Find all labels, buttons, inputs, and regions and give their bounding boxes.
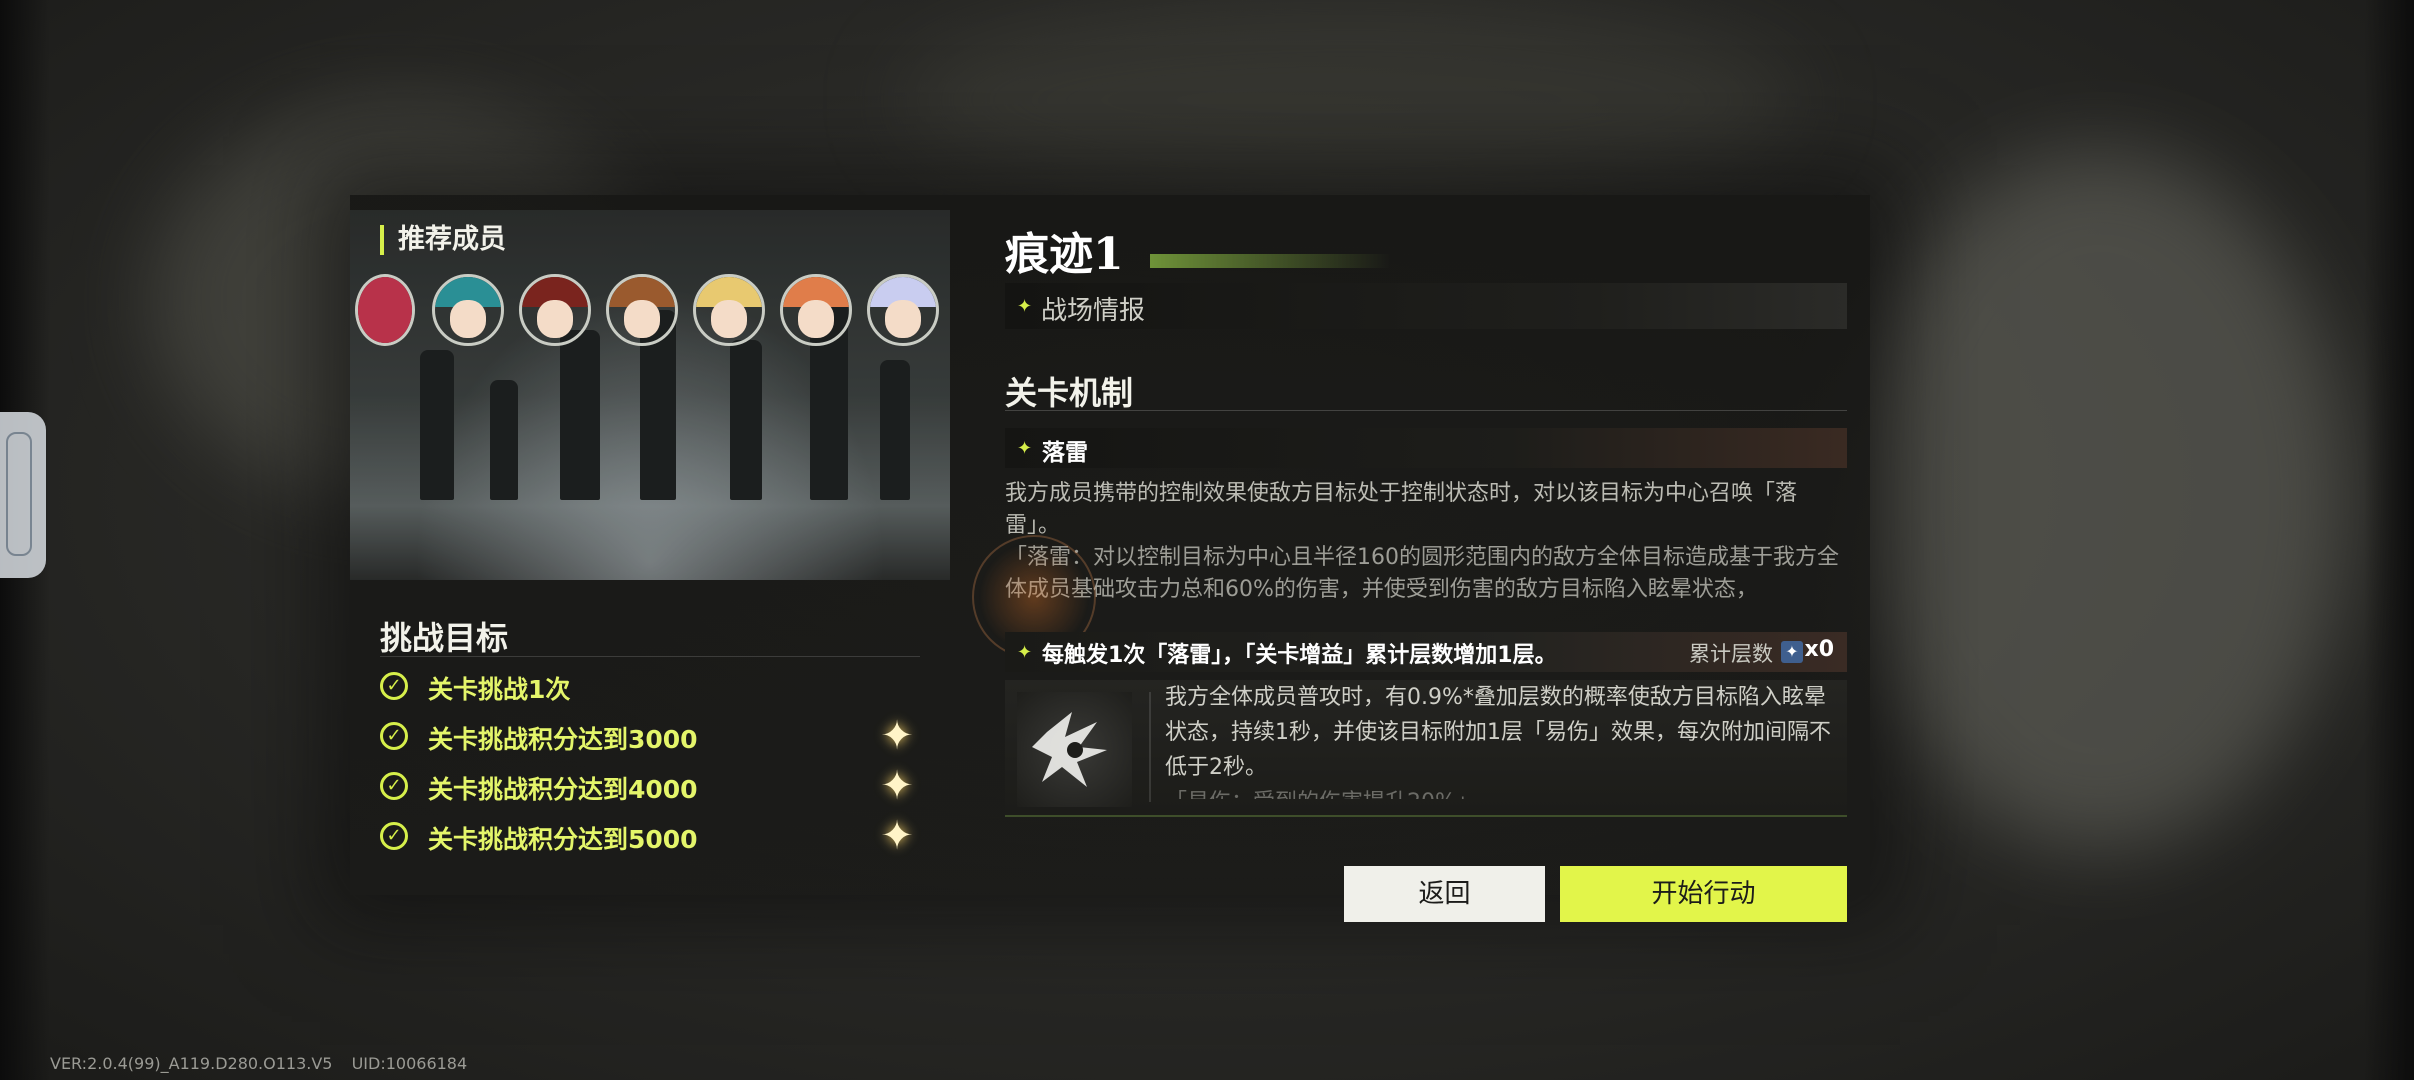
right-frame-decoration [2364,0,2414,1080]
uid-text: UID:10066184 [351,1054,468,1073]
member-avatar[interactable] [432,274,504,346]
goal-text: 关卡挑战积分达到4000 [428,775,698,804]
member-avatar[interactable] [867,274,939,346]
member-avatar[interactable] [519,274,591,346]
member-avatar[interactable] [606,274,678,346]
background-blur [900,0,1800,200]
check-icon: ✓ [380,772,408,800]
member-avatar[interactable] [780,274,852,346]
side-drawer-tab[interactable] [0,412,46,578]
stage-title: 痕迹1 [1005,229,1124,280]
goal-text: 关卡挑战积分达到3000 [428,725,698,754]
goal-text: 关卡挑战积分达到5000 [428,825,698,854]
stack-icon: ✦ [1781,641,1803,663]
mechanism-detail: 「落雷：对以控制目标为中心且半径160的圆形范围内的敌方全体目标造成基于我方全体… [1005,545,1839,602]
check-icon: ✓ [380,722,408,750]
star-icon: ✦ [880,813,914,859]
buff-text: 我方全体成员普攻时，有0.9%*叠加层数的概率使敌方目标陷入眩晕状态，持续1秒，… [1165,685,1831,780]
lightning-claw-icon [1017,692,1132,807]
start-action-button[interactable]: 开始行动 [1560,866,1847,922]
version-info: VER:2.0.4(99)_A119.D280.O113.V5 UID:1006… [50,1054,467,1073]
member-avatar[interactable] [355,274,415,346]
buff-description: 我方全体成员普攻时，有0.9%*叠加层数的概率使敌方目标陷入眩晕状态，持续1秒，… [1165,680,1840,799]
trigger-text: 每触发1次「落雷」，「关卡增益」累计层数增加1层。 [1042,643,1557,668]
mechanism-name: 落雷 [1042,440,1088,466]
diamond-icon: ✦ [1017,438,1033,459]
stage-landscape-image [350,210,950,580]
stack-trigger-header: ✦ 每触发1次「落雷」，「关卡增益」累计层数增加1层。 累计层数 ✦ x0 [1005,632,1847,672]
divider [380,656,920,657]
back-button[interactable]: 返回 [1344,866,1545,922]
mechanism-header: ✦ 落雷 [1005,428,1847,468]
divider [1005,410,1847,411]
battlefield-intel-tab[interactable]: ✦ 战场情报 [1005,283,1847,329]
intel-label: 战场情报 [1041,296,1146,326]
challenge-goals-title: 挑战目标 [380,619,509,657]
version-text: VER:2.0.4(99)_A119.D280.O113.V5 [50,1054,333,1073]
goal-text: 关卡挑战1次 [428,675,571,704]
check-icon: ✓ [380,822,408,850]
stage-buff-card: 我方全体成员普攻时，有0.9%*叠加层数的概率使敌方目标陷入眩晕状态，持续1秒，… [1005,680,1847,817]
buff-text-faded: 「易伤：受到的伤害提升20%」 [1165,785,1840,799]
diamond-icon: ✦ [1017,642,1033,663]
recommended-members-label: 推荐成员 [380,225,506,255]
star-icon: ✦ [880,713,914,759]
goal-item: ✓ 关卡挑战1次 [380,668,940,708]
background-blur [1850,150,2350,850]
title-glow-decoration [1150,254,1390,268]
mechanism-title: 关卡机制 [1005,374,1134,412]
stack-count-label: 累计层数 [1689,642,1773,666]
divider [1149,692,1151,802]
goal-item: ✓ 关卡挑战积分达到3000 ✦ [380,713,940,759]
mechanism-description: 我方成员携带的控制效果使敌方目标处于控制状态时，对以该目标为中心召唤「落雷」。 [1005,481,1798,538]
diamond-icon: ✦ [1017,296,1033,317]
goal-item: ✓ 关卡挑战积分达到4000 ✦ [380,763,940,809]
stack-count-value: x0 [1804,637,1835,662]
star-icon: ✦ [880,763,914,809]
goal-item: ✓ 关卡挑战积分达到5000 ✦ [380,813,940,859]
member-avatar[interactable] [693,274,765,346]
check-icon: ✓ [380,672,408,700]
